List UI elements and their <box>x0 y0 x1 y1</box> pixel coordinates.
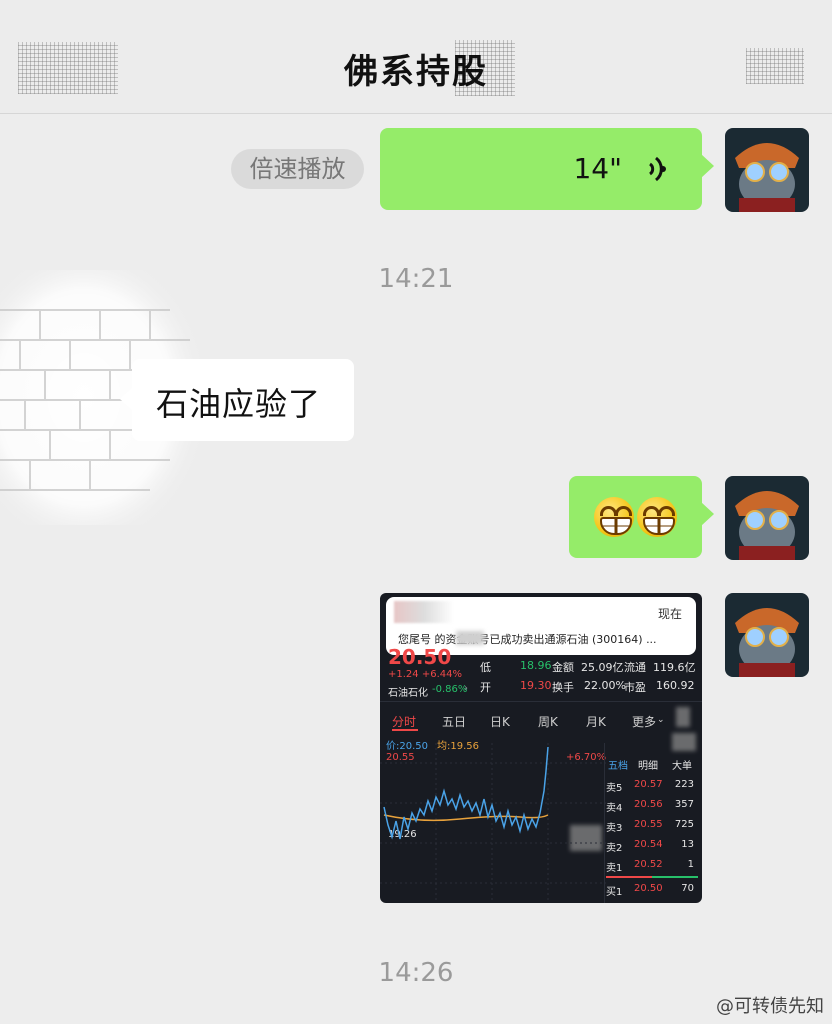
sector-name: 石油石化 <box>388 688 428 699</box>
sector-change: -0.86% <box>432 684 468 695</box>
tab-intraday[interactable]: 分时 <box>392 713 416 730</box>
tab-more[interactable]: 更多 <box>632 713 656 730</box>
orderbook-tab-large[interactable]: 大单 <box>672 757 692 772</box>
weibo-watermark: @可转债先知 <box>716 996 824 1017</box>
redacted-region <box>672 733 696 751</box>
price-change: +1.24 +6.44% <box>388 669 462 680</box>
stock-price: 20.50 <box>388 645 452 669</box>
voice-duration: 14" <box>573 152 622 185</box>
cat-avatar-icon <box>725 593 809 677</box>
tab-five-day[interactable]: 五日 <box>442 713 466 730</box>
divider <box>604 743 605 903</box>
bubble-tail <box>701 502 714 526</box>
stat-pe: 160.92 <box>656 679 695 692</box>
stat-amount: 25.09亿 <box>581 661 624 674</box>
grinning-face-icon <box>637 497 677 537</box>
bubble-tail <box>120 387 133 411</box>
redacted-region <box>676 707 690 727</box>
stat-label: 换手 <box>552 681 574 694</box>
playback-speed-button[interactable]: 倍速播放 <box>231 149 364 189</box>
grinning-face-icon <box>594 497 634 537</box>
orderbook-row: 卖1 20.52 1 <box>606 859 694 874</box>
redacted-region <box>455 40 515 96</box>
cat-avatar-icon <box>725 476 809 560</box>
orderbook-row: 卖4 20.56 357 <box>606 799 694 814</box>
intraday-price-chart <box>380 743 606 903</box>
stat-low: 18.96 <box>520 659 552 672</box>
divider <box>380 701 702 702</box>
orderbook-tab-detail[interactable]: 明细 <box>638 757 658 772</box>
stat-open: 19.30 <box>520 679 552 692</box>
stat-label: 低 <box>480 661 491 674</box>
avatar[interactable] <box>725 476 809 560</box>
voice-wave-icon <box>648 156 666 182</box>
stat-label: 市盈 <box>624 681 646 694</box>
stock-screenshot-image[interactable]: 现在 您尾号 的资金账号已成功卖出通源石油 (300164) ... 20.50… <box>380 593 702 903</box>
more-options-button[interactable] <box>746 48 804 84</box>
emoji-message-bubble[interactable] <box>569 476 714 558</box>
notification-time: 现在 <box>657 607 682 621</box>
received-text-bubble[interactable]: 石油应验了 <box>120 359 354 441</box>
orderbook-tab-five[interactable]: 五档 <box>608 757 628 772</box>
orderbook-row: 买1 20.50 70 <box>606 883 694 898</box>
timestamp: 14:26 <box>378 958 454 988</box>
orderbook-row: 卖5 20.57 223 <box>606 779 694 794</box>
stat-label: 开 <box>480 681 491 694</box>
orderbook-row: 卖2 20.54 13 <box>606 839 694 854</box>
orderbook-row: 卖3 20.55 725 <box>606 819 694 834</box>
stat-float: 119.6亿 <box>653 661 696 674</box>
chart-tabs: 分时 五日 日K 周K 月K 更多 ⌄ <box>380 705 702 735</box>
avatar[interactable] <box>725 128 809 212</box>
redacted-region <box>394 601 454 623</box>
voice-message-bubble[interactable]: 14" <box>380 128 714 210</box>
tab-weekly-k[interactable]: 周K <box>538 713 558 730</box>
cat-avatar-icon <box>725 128 809 212</box>
active-tab-indicator <box>392 729 418 731</box>
bubble-tail <box>701 154 714 178</box>
stat-turnover: 22.00% <box>584 679 626 692</box>
avatar[interactable] <box>725 593 809 677</box>
stat-label: 流通 <box>624 661 646 674</box>
message-text: 石油应验了 <box>156 385 322 423</box>
chevron-down-icon: ⌄ <box>657 715 665 725</box>
tab-daily-k[interactable]: 日K <box>490 713 510 730</box>
redacted-region <box>456 631 484 645</box>
chevron-right-icon: › <box>464 683 468 694</box>
tab-monthly-k[interactable]: 月K <box>586 713 606 730</box>
stat-label: 金额 <box>552 661 574 674</box>
bid-ask-divider <box>606 876 698 878</box>
chat-title: 佛系持股 <box>344 52 488 92</box>
